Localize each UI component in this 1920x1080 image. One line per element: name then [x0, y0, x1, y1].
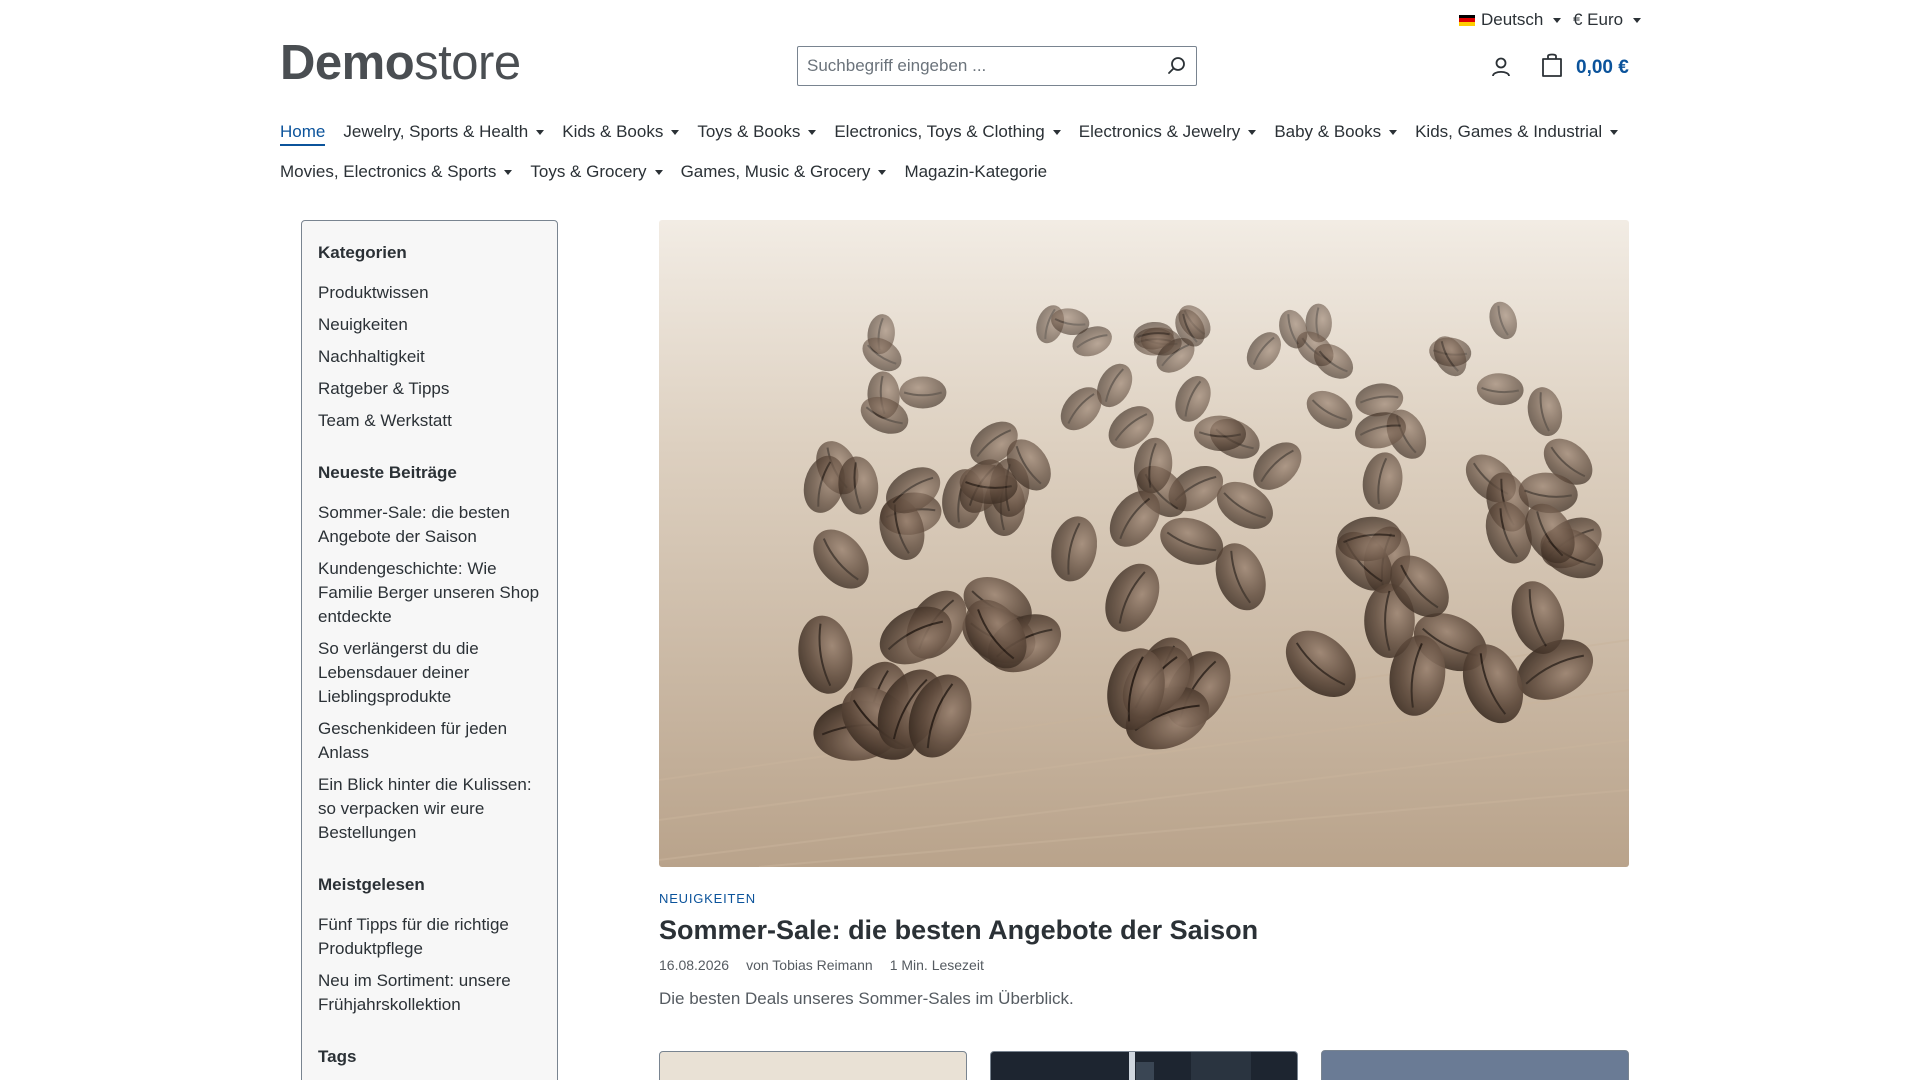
nav-item-baby-books[interactable]: Baby & Books — [1274, 122, 1398, 142]
sidebar-latest-post-link[interactable]: Kundengeschichte: Wie Familie Berger uns… — [318, 557, 541, 629]
language-label: Deutsch — [1481, 10, 1544, 29]
nav-row: Home Jewelry, Sports & Health Kids & Books… — [280, 118, 1640, 146]
article-category-label[interactable]: NEUIGKEITEN — [659, 891, 756, 906]
nav-item-label: Kids & Books — [562, 122, 664, 141]
sidebar-category-link[interactable]: Produktwissen — [318, 281, 541, 305]
nav-item-label: Movies, Electronics & Sports — [280, 162, 497, 181]
nav-item-label: Jewelry, Sports & Health — [343, 122, 529, 141]
categories-list: Produktwissen Neuigkeiten Nachhaltigkeit Ra… — [318, 281, 541, 433]
chevron-down-icon — [808, 129, 817, 135]
nav-item-toys-books[interactable]: Toys & Books — [697, 122, 817, 142]
german-flag-icon — [1459, 14, 1475, 26]
chevron-down-icon — [1389, 129, 1398, 135]
chevron-down-icon — [1248, 129, 1257, 135]
nav-item-label: Toys & Books — [697, 122, 801, 141]
nav-item-label: Electronics & Jewelry — [1078, 122, 1241, 141]
sidebar-latest-post-link[interactable]: So verlängerst du die Lebensdauer deiner… — [318, 637, 541, 709]
nav-item-label: Toys & Grocery — [530, 162, 647, 181]
chevron-down-icon — [504, 169, 513, 175]
categories-heading: Kategorien — [318, 243, 407, 262]
search-input[interactable] — [798, 47, 1148, 85]
chevron-down-icon — [536, 129, 545, 135]
top-bar: Deutsch € Euro — [0, 0, 1920, 40]
sidebar-latest-post-link[interactable]: Ein Blick hinter die Kulissen: so verpac… — [318, 773, 541, 845]
logo-bold-text: Demo — [280, 36, 415, 90]
most-read-list: Fünf Tipps für die richtige Produktpfleg… — [318, 913, 541, 1017]
article-title[interactable]: Sommer-Sale: die besten Angebote der Sai… — [659, 915, 1258, 946]
sidebar-category-link[interactable]: Nachhaltigkeit — [318, 345, 541, 369]
article-author: von Tobias Reimann — [746, 957, 873, 973]
nav-item-games-music-grocery[interactable]: Games, Music & Grocery — [681, 162, 887, 182]
nav-item-label: Magazin-Kategorie — [904, 162, 1048, 181]
chevron-down-icon — [654, 169, 663, 175]
chevron-down-icon — [1553, 17, 1562, 23]
sidebar-latest-post-link[interactable]: Geschenkideen für jeden Anlass — [318, 717, 541, 765]
nav-item-label: Games, Music & Grocery — [680, 162, 871, 181]
search-form — [797, 46, 1197, 86]
blog-sidebar: Kategorien Produktwissen Neuigkeiten Nachh… — [301, 220, 558, 1080]
search-icon[interactable] — [1166, 55, 1188, 77]
article-read-time: 1 Min. Lesezeit — [889, 957, 984, 973]
shopping-bag-icon — [1540, 52, 1564, 83]
nav-item-label: Baby & Books — [1274, 122, 1382, 141]
nav-item-label: Electronics, Toys & Clothing — [834, 122, 1045, 141]
cart-button[interactable]: 0,00 € — [1540, 52, 1629, 83]
chevron-down-icon — [1610, 129, 1619, 135]
sidebar-most-read-link[interactable]: Fünf Tipps für die richtige Produktpfleg… — [318, 913, 541, 961]
language-switcher[interactable]: Deutsch — [1459, 9, 1562, 31]
cart-total: 0,00 € — [1576, 56, 1629, 78]
article-date: 16.08.2026 — [659, 957, 730, 973]
sidebar-latest-post-link[interactable]: Sommer-Sale: die besten Angebote der Sai… — [318, 501, 541, 549]
nav-item-label: Home — [280, 122, 326, 141]
article-hero-image[interactable] — [659, 220, 1629, 867]
nav-item-movies-electronics-sports[interactable]: Movies, Electronics & Sports — [280, 162, 513, 182]
article-meta: 16.08.2026 von Tobias Reimann 1 Min. Les… — [659, 957, 984, 973]
nav-item-magazin-kategorie[interactable]: Magazin-Kategorie — [904, 162, 1047, 182]
chevron-down-icon — [1052, 129, 1061, 135]
coffee-beans-image — [659, 220, 1629, 867]
nav-item-kids-books[interactable]: Kids & Books — [562, 122, 680, 142]
nav-item-toys-grocery[interactable]: Toys & Grocery — [530, 162, 663, 182]
nav-item-kids-games-industrial[interactable]: Kids, Games & Industrial — [1415, 122, 1619, 142]
latest-posts-heading: Neueste Beiträge — [318, 463, 457, 482]
main-navigation: Home Jewelry, Sports & Health Kids & Books… — [280, 118, 1640, 198]
nav-item-electronics-toys-clothing[interactable]: Electronics, Toys & Clothing — [834, 122, 1061, 142]
currency-label: € Euro — [1573, 10, 1624, 29]
article-teaser-card[interactable] — [1321, 1050, 1629, 1080]
nav-row: Movies, Electronics & Sports Toys & Groce… — [280, 158, 1640, 186]
nav-item-electronics-jewelry[interactable]: Electronics & Jewelry — [1079, 122, 1257, 142]
most-read-heading: Meistgelesen — [318, 875, 425, 894]
chevron-down-icon — [878, 169, 887, 175]
currency-switcher[interactable]: € Euro — [1573, 9, 1642, 31]
account-icon[interactable] — [1489, 55, 1513, 79]
sidebar-most-read-link[interactable]: Neu im Sortiment: unsere Frühjahrskollek… — [318, 969, 541, 1017]
tags-heading: Tags — [318, 1047, 357, 1066]
sidebar-category-link[interactable]: Team & Werkstatt — [318, 409, 541, 433]
logo-light-text: store — [414, 36, 521, 90]
sidebar-category-link[interactable]: Ratgeber & Tipps — [318, 377, 541, 401]
sidebar-category-link[interactable]: Neuigkeiten — [318, 313, 541, 337]
article-excerpt: Die besten Deals unseres Sommer-Sales im… — [659, 989, 1074, 1008]
article-teaser-card[interactable] — [659, 1051, 967, 1080]
chevron-down-icon — [1633, 17, 1642, 23]
latest-posts-list: Sommer-Sale: die besten Angebote der Sai… — [318, 501, 541, 845]
chevron-down-icon — [671, 129, 680, 135]
nav-item-label: Kids, Games & Industrial — [1415, 122, 1603, 141]
store-logo[interactable]: Demostore — [280, 38, 521, 88]
nav-item-home[interactable]: Home — [280, 122, 326, 146]
nav-item-jewelry-sports-health[interactable]: Jewelry, Sports & Health — [343, 122, 545, 142]
article-teaser-card[interactable] — [990, 1051, 1298, 1080]
